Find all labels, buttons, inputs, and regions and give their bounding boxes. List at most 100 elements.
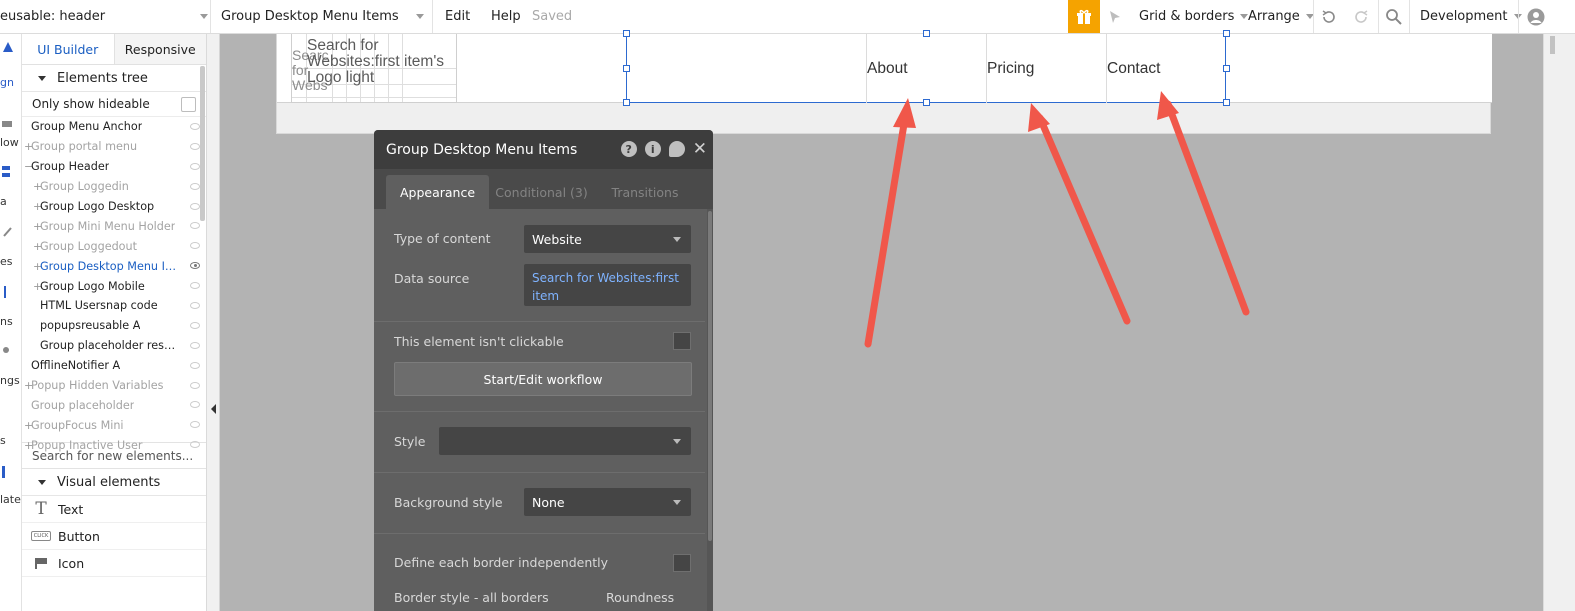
collapse-left-icon[interactable] [211,404,216,414]
comment-icon[interactable] [668,141,685,157]
tree-item[interactable]: + Popup Inactive User [22,435,206,455]
element-selector[interactable]: Group Desktop Menu Items [221,0,421,33]
group-logo-desktop[interactable]: Searc for Webs Search for Websites:first… [291,34,457,103]
gift-icon[interactable] [1068,0,1100,33]
tree-item[interactable]: + Popup Hidden Variables [22,376,206,396]
data-icon[interactable] [2,166,14,178]
undo-icon[interactable] [1320,0,1338,33]
menu-item-about[interactable]: About [866,34,986,103]
nav-logs[interactable]: s [0,434,21,447]
visibility-eye-icon[interactable] [190,321,200,329]
data-source-field[interactable]: Search for Websites:first item [524,264,691,306]
element-selector-chevron-icon[interactable] [416,14,424,19]
visibility-eye-icon[interactable] [190,441,200,449]
panel-scrollbar[interactable] [200,66,205,221]
visibility-eye-icon[interactable] [190,282,200,290]
visibility-eye-icon[interactable] [190,162,200,170]
account-icon[interactable] [1527,0,1545,33]
tree-item[interactable]: Group Menu Anchor [22,117,206,137]
tree-item[interactable]: Group placeholder [22,395,206,415]
only-show-hideable-checkbox[interactable] [181,97,196,112]
visual-element-button[interactable]: CLICK Button [22,523,206,550]
visibility-eye-icon[interactable] [190,341,200,349]
nav-styles[interactable]: es [0,255,21,268]
settings-icon[interactable] [2,346,14,358]
canvas-scrollbar[interactable] [1543,34,1575,611]
styles-icon[interactable] [2,226,14,238]
tab-ui-builder[interactable]: UI Builder [22,34,115,64]
type-of-content-dropdown[interactable]: Website [524,225,691,253]
property-editor-titlebar[interactable]: Group Desktop Menu Items ? i ✕ [374,130,713,169]
tab-transitions[interactable]: Transitions [599,175,691,209]
nav-template[interactable]: late [0,493,21,506]
tree-item[interactable]: + Group Mini Menu Holder [22,216,206,236]
elements-tree-header[interactable]: Elements tree [22,65,206,92]
border-independent-checkbox[interactable] [673,554,691,572]
visibility-eye-icon[interactable] [190,262,200,270]
visibility-eye-icon[interactable] [190,222,200,230]
data-source-value[interactable]: Search for Websites:first item [532,269,691,305]
cursor-icon[interactable] [1108,0,1122,33]
nav-plugins[interactable]: ns [0,315,21,328]
group-header[interactable]: Searc for Webs Search for Websites:first… [277,30,1492,106]
panel-collapse-strip[interactable] [207,34,220,611]
visibility-eye-icon[interactable] [190,381,200,389]
menu-item-pricing[interactable]: Pricing [986,34,1106,103]
not-clickable-checkbox[interactable] [673,332,691,350]
environment-selector[interactable]: Development [1420,0,1522,33]
tree-item[interactable]: OfflineNotifier A [22,356,206,376]
background-style-dropdown[interactable]: None [524,488,691,516]
visual-element-text[interactable]: T Text [22,496,206,523]
style-dropdown[interactable] [439,427,691,455]
tree-item[interactable]: + Group Loggedout [22,236,206,256]
redo-icon[interactable] [1352,0,1370,33]
close-icon[interactable]: ✕ [693,141,707,158]
tree-item[interactable]: + Group portal menu [22,137,206,157]
grid-borders-menu[interactable]: Grid & borders [1139,0,1249,33]
info-icon[interactable]: i [644,141,661,157]
visibility-eye-icon[interactable] [190,142,200,150]
tree-item[interactable]: + Group Loggedin [22,177,206,197]
nav-data[interactable]: a [0,195,21,208]
visibility-eye-icon[interactable] [190,242,200,250]
design-icon[interactable] [2,42,14,54]
tree-item[interactable]: + Group Logo Desktop [22,197,206,217]
property-editor-scrollbar[interactable] [707,209,713,611]
resize-handle[interactable] [623,99,630,106]
resize-handle[interactable] [623,65,630,72]
visual-elements-header[interactable]: Visual elements [22,469,206,496]
template-icon[interactable] [2,466,14,478]
reusable-header-page[interactable]: Searc for Webs Search for Websites:first… [276,30,1492,134]
tree-item[interactable]: + Group Desktop Menu Ite... [22,256,206,276]
visibility-eye-icon[interactable] [190,361,200,369]
visibility-eye-icon[interactable] [190,202,200,210]
visibility-eye-icon[interactable] [190,123,200,130]
canvas-scroll-thumb[interactable] [1550,36,1555,54]
search-icon[interactable] [1385,0,1402,33]
visibility-eye-icon[interactable] [190,401,200,409]
plugins-icon[interactable] [2,286,14,298]
visibility-eye-icon[interactable] [190,302,200,310]
page-selector[interactable]: eusable: header [0,0,200,33]
start-edit-workflow-button[interactable]: Start/Edit workflow [394,362,692,396]
tree-item[interactable]: − Group Header [22,157,206,177]
nav-design[interactable]: gn [0,76,21,89]
tree-item[interactable]: HTML Usersnap code [22,296,206,316]
arrange-menu[interactable]: Arrange [1248,0,1314,33]
tree-item[interactable]: + GroupFocus Mini [22,415,206,435]
edit-menu[interactable]: Edit [445,0,470,33]
workflow-icon[interactable] [2,118,14,130]
nav-workflow[interactable]: low [0,136,21,149]
page-selector-chevron-icon[interactable] [200,14,208,19]
tab-appearance[interactable]: Appearance [386,175,489,209]
nav-settings[interactable]: ngs [0,374,21,387]
tree-item[interactable]: + Group Logo Mobile [22,276,206,296]
help-menu[interactable]: Help [491,0,521,33]
logo-text[interactable]: Search for Websites:first item's Logo li… [307,38,456,86]
visibility-eye-icon[interactable] [190,182,200,190]
visual-element-icon[interactable]: Icon [22,550,206,577]
tab-responsive[interactable]: Responsive [114,34,206,64]
tree-item[interactable]: Group placeholder respo... [22,336,206,356]
resize-handle[interactable] [623,30,630,37]
visibility-eye-icon[interactable] [190,421,200,429]
